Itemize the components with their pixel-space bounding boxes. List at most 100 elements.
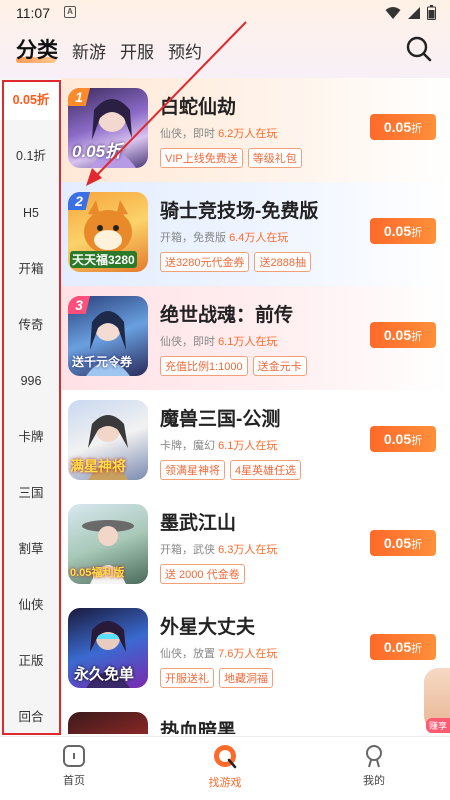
game-tag: VIP上线免费送 xyxy=(160,148,243,168)
game-tag: 4星英雄任选 xyxy=(230,460,302,480)
nav-home[interactable]: 首页 xyxy=(34,743,114,788)
tab-reservation[interactable]: 预约 xyxy=(168,38,202,63)
game-icon[interactable]: 3 送千元令券 xyxy=(68,296,148,376)
icon-promo-text: 0.05福利版 xyxy=(70,567,125,579)
game-genre: 开箱，免费版 xyxy=(160,232,226,244)
game-meta: 仙侠，放置 7.6万人在玩 xyxy=(160,645,277,661)
game-meta: 仙侠，即时 6.1万人在玩 xyxy=(160,333,277,349)
game-tags: 送 2000 代金卷 xyxy=(160,564,245,584)
status-bar: 11:07 A xyxy=(0,0,450,26)
sidebar-item-xianxia[interactable]: 仙侠 xyxy=(0,585,62,625)
game-tags: 送3280元代金券 送2888抽 xyxy=(160,252,311,272)
bottom-nav: 首页 找游戏 我的 xyxy=(0,736,450,800)
discount-value: 0.05 xyxy=(383,119,412,135)
icon-promo-text: 满星神将 xyxy=(70,458,126,474)
game-name[interactable]: 骑士竞技场-免费版 xyxy=(160,196,318,223)
discount-button[interactable]: 0.05折 xyxy=(370,634,436,660)
nav-find-games[interactable]: 找游戏 xyxy=(185,743,265,790)
game-icon[interactable]: 永久免单 xyxy=(68,608,148,688)
discount-button[interactable]: 0.05折 xyxy=(370,530,436,556)
cellular-icon xyxy=(408,6,420,19)
game-meta: 开箱，免费版 6.4万人在玩 xyxy=(160,229,288,245)
battery-icon xyxy=(427,5,436,20)
game-name[interactable]: 外星大丈夫 xyxy=(160,612,255,639)
sidebar-item-turn-based[interactable]: 回合 xyxy=(0,697,62,737)
discount-value: 0.05 xyxy=(383,431,412,447)
sidebar-item-three-kingdoms[interactable]: 三国 xyxy=(0,473,62,513)
game-row[interactable]: 0.05福利版 墨武江山 开箱，武侠 6.3万人在玩 送 2000 代金卷 0.… xyxy=(62,494,450,598)
discount-button[interactable]: 0.05折 xyxy=(370,218,436,244)
game-name[interactable]: 白蛇仙劫 xyxy=(160,92,236,119)
tab-category[interactable]: 分类 xyxy=(16,34,58,64)
game-players: 6.2万人在玩 xyxy=(218,128,278,140)
nav-find-games-label: 找游戏 xyxy=(208,777,242,789)
game-name[interactable]: 墨武江山 xyxy=(160,508,236,535)
discount-unit: 折 xyxy=(411,227,423,239)
sidebar-item-0-1[interactable]: 0.1折 xyxy=(0,136,62,176)
game-icon[interactable]: 1 0.05折 xyxy=(68,88,148,168)
home-icon xyxy=(63,745,85,767)
status-icons xyxy=(385,5,436,20)
game-name[interactable]: 热血暗黑 xyxy=(160,716,236,734)
icon-promo-text: 天天福3280 xyxy=(70,251,137,268)
game-players: 7.6万人在玩 xyxy=(218,648,278,660)
game-icon[interactable]: 满星神将 xyxy=(68,400,148,480)
game-row[interactable]: 3 送千元令券 绝世战魂：前传 仙侠，即时 6.1万人在玩 充值比例1:1000… xyxy=(62,286,450,390)
game-tags: VIP上线免费送 等级礼包 xyxy=(160,148,302,168)
game-tag: 送金元卡 xyxy=(252,356,307,376)
game-row[interactable]: 满星神将 魔兽三国-公测 卡牌，魔幻 6.1万人在玩 领满星神将 4星英雄任选 … xyxy=(62,390,450,494)
game-tag: 等级礼包 xyxy=(247,148,302,168)
game-name[interactable]: 绝世战魂：前传 xyxy=(160,300,293,327)
game-icon[interactable]: 2 天天福3280 xyxy=(68,192,148,272)
floating-tag[interactable]: 赚享 xyxy=(425,718,450,733)
game-tag: 开服送礼 xyxy=(160,668,214,688)
game-icon[interactable]: 0.05福利版 xyxy=(68,504,148,584)
search-icon[interactable] xyxy=(404,34,434,64)
discount-unit: 折 xyxy=(411,331,423,343)
sidebar-item-0-05[interactable]: 0.05折 xyxy=(0,80,62,120)
game-tag: 充值比例1:1000 xyxy=(160,356,248,376)
sidebar-item-996[interactable]: 996 xyxy=(0,361,62,401)
nav-mine[interactable]: 我的 xyxy=(334,743,414,788)
game-tags: 充值比例1:1000 送金元卡 xyxy=(160,356,307,376)
notification-icon: A xyxy=(64,6,76,18)
discount-unit: 折 xyxy=(411,539,423,551)
game-players: 6.1万人在玩 xyxy=(218,336,278,348)
discount-value: 0.05 xyxy=(383,327,412,343)
game-genre: 开箱，武侠 xyxy=(160,544,215,556)
game-icon[interactable] xyxy=(68,712,148,734)
game-name[interactable]: 魔兽三国-公测 xyxy=(160,404,280,431)
sidebar-item-official[interactable]: 正版 xyxy=(0,641,62,681)
icon-promo-text: 永久免单 xyxy=(74,666,135,683)
discount-button[interactable]: 0.05折 xyxy=(370,114,436,140)
sidebar-item-card[interactable]: 卡牌 xyxy=(0,417,62,457)
game-meta: 仙侠，即时 6.2万人在玩 xyxy=(160,125,277,141)
game-genre: 卡牌，魔幻 xyxy=(160,440,215,452)
sidebar-item-h5[interactable]: H5 xyxy=(0,193,62,233)
game-row[interactable]: 热血暗黑 xyxy=(62,702,450,734)
sidebar-item-mowing[interactable]: 割草 xyxy=(0,529,62,569)
discount-button[interactable]: 0.05折 xyxy=(370,426,436,452)
game-players: 6.4万人在玩 xyxy=(229,232,289,244)
discount-button[interactable]: 0.05折 xyxy=(370,322,436,348)
game-tags: 领满星神将 4星英雄任选 xyxy=(160,460,302,480)
tab-server-open[interactable]: 开服 xyxy=(120,38,154,63)
game-row[interactable]: 2 天天福3280 骑士竞技场-免费版 开箱，免费版 6.4万人在玩 送3280… xyxy=(62,182,450,286)
icon-discount-text: 0.05折 xyxy=(72,142,123,161)
wifi-icon xyxy=(385,6,401,19)
sidebar-item-legend[interactable]: 传奇 xyxy=(0,305,62,345)
category-sidebar: 0.05折 0.1折 H5 开箱 传奇 996 卡牌 三国 割草 仙侠 正版 回… xyxy=(0,78,62,734)
discount-value: 0.05 xyxy=(383,639,412,655)
game-genre: 仙侠，放置 xyxy=(160,648,215,660)
game-row[interactable]: 永久免单 外星大丈夫 仙侠，放置 7.6万人在玩 开服送礼 地藏洞福 0.05折 xyxy=(62,598,450,702)
game-row[interactable]: 1 0.05折 白蛇仙劫 仙侠，即时 6.2万人在玩 VIP上线免费送 等级礼包… xyxy=(62,78,450,182)
tab-new-games[interactable]: 新游 xyxy=(72,38,106,63)
sidebar-item-unbox[interactable]: 开箱 xyxy=(0,249,62,289)
top-nav: 分类 新游 开服 预约 xyxy=(0,32,450,66)
discount-value: 0.05 xyxy=(383,535,412,551)
discount-unit: 折 xyxy=(411,435,423,447)
game-tag: 领满星神将 xyxy=(160,460,225,480)
discount-value: 0.05 xyxy=(383,223,412,239)
profile-icon xyxy=(366,745,382,768)
discount-unit: 折 xyxy=(411,123,423,135)
